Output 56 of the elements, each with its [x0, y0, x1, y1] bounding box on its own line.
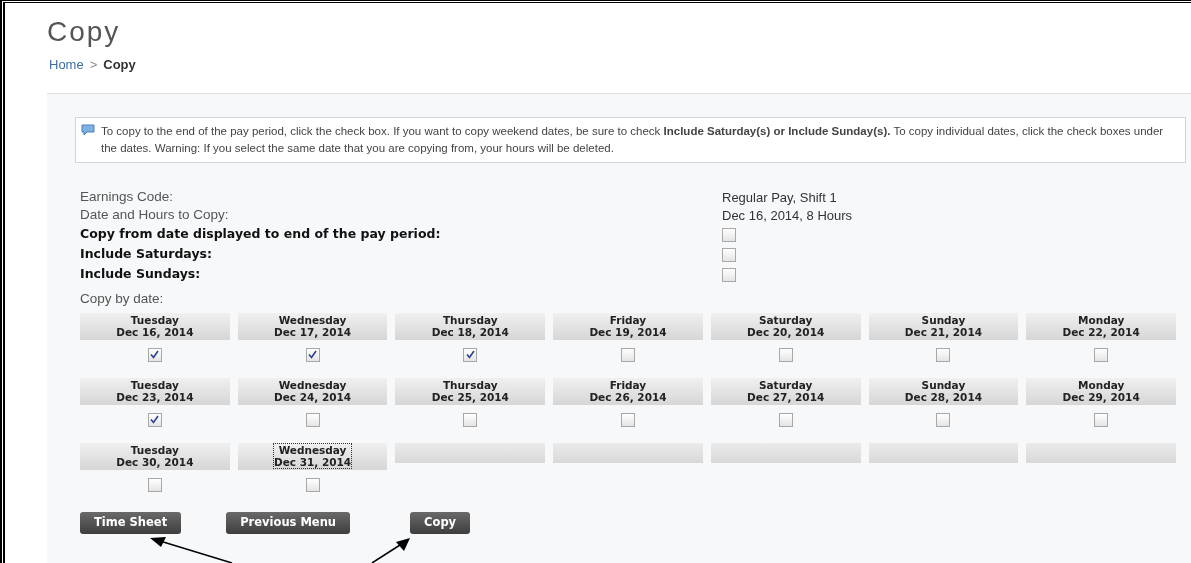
field-value: Regular Pay, Shift 1	[722, 188, 837, 207]
date-header: Tuesday Dec 30, 2014	[80, 442, 230, 470]
checkbox[interactable]	[147, 347, 162, 362]
checkbox[interactable]	[936, 412, 951, 427]
date-header: Saturday Dec 20, 2014	[710, 312, 861, 340]
option-label: Include Saturdays:	[80, 245, 213, 264]
speech-bubble-icon	[81, 123, 95, 136]
checkbox[interactable]	[722, 247, 736, 262]
date-header: Tuesday Dec 16, 2014	[80, 312, 230, 340]
date-header: Tuesday Dec 23, 2014	[80, 377, 230, 405]
action-button[interactable]: Time Sheet	[80, 511, 182, 534]
date-header: Wednesday Dec 24, 2014	[237, 377, 388, 405]
field-label: Earnings Code:	[80, 188, 175, 207]
checkmark-icon	[308, 350, 318, 360]
checkbox[interactable]	[1094, 412, 1109, 427]
checkbox[interactable]	[621, 347, 635, 362]
info-text: To copy to the end of the pay period, click the check box. If you want to copy weekend dates, be sure to check Include Saturday(s) or Include Sunday(s). To copy individual dates, click the check boxes under the dates. Warning: If you select the same date that you are copying from, your hours will be deleted.	[101, 123, 1165, 156]
checkbox[interactable]	[722, 267, 736, 282]
date-header: Friday Dec 26, 2014	[553, 377, 703, 405]
action-button[interactable]: Copy	[410, 511, 471, 534]
checkbox[interactable]	[621, 412, 635, 427]
date-header: Wednesday Dec 17, 2014	[237, 312, 388, 340]
date-header: Sunday Dec 28, 2014	[868, 377, 1019, 405]
checkbox[interactable]	[1094, 347, 1109, 362]
checkbox[interactable]	[463, 412, 478, 427]
checkbox[interactable]	[778, 412, 793, 427]
date-header: Thursday Dec 25, 2014	[395, 377, 546, 405]
page-title: Copy	[47, 15, 122, 49]
checkbox[interactable]	[936, 347, 951, 362]
checkbox[interactable]	[722, 227, 736, 242]
checkbox[interactable]	[778, 347, 793, 362]
option-label: Include Sundays:	[80, 265, 202, 284]
breadcrumb-current: Copy	[103, 56, 136, 74]
date-header: Wednesday Dec 31, 2014	[237, 442, 388, 470]
field-value: Dec 16, 2014, 8 Hours	[722, 206, 853, 225]
breadcrumb-separator: >	[89, 56, 98, 74]
section-label: Copy by date:	[80, 289, 165, 308]
checkbox[interactable]	[305, 347, 320, 362]
checkmark-icon	[150, 415, 160, 425]
checkbox[interactable]	[147, 412, 162, 427]
checkmark-icon	[465, 350, 475, 360]
option-label: Copy from date displayed to end of the pay period:	[80, 225, 442, 244]
breadcrumb-link[interactable]: Home	[49, 55, 84, 75]
checkbox[interactable]	[463, 347, 478, 362]
date-header: Monday Dec 22, 2014	[1026, 312, 1176, 340]
checkbox[interactable]	[305, 412, 320, 427]
date-header: Sunday Dec 21, 2014	[868, 312, 1019, 340]
date-header: Monday Dec 29, 2014	[1026, 377, 1176, 405]
date-header: Thursday Dec 18, 2014	[395, 312, 546, 340]
date-header: Friday Dec 19, 2014	[553, 312, 703, 340]
action-button[interactable]: Previous Menu	[226, 511, 351, 534]
checkmark-icon	[150, 350, 160, 360]
field-label: Date and Hours to Copy:	[80, 206, 230, 225]
checkbox[interactable]	[305, 477, 320, 492]
date-header: Saturday Dec 27, 2014	[710, 377, 861, 405]
checkbox[interactable]	[147, 477, 162, 492]
